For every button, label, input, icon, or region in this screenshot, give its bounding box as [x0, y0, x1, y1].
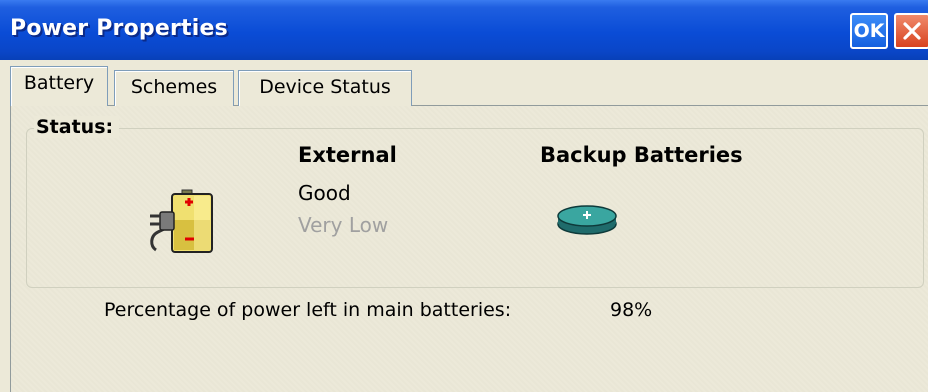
- close-icon: [903, 22, 921, 40]
- tab-battery[interactable]: Battery: [10, 66, 108, 106]
- window-title: Power Properties: [10, 16, 228, 41]
- external-condition: Good: [298, 181, 351, 205]
- external-power-column: External Good Very Low: [298, 143, 397, 237]
- status-legend: Status:: [34, 116, 120, 138]
- close-button[interactable]: [894, 13, 928, 49]
- backup-heading: Backup Batteries: [540, 143, 743, 167]
- ok-button-label: OK: [853, 20, 885, 42]
- title-bar: Power Properties OK: [0, 0, 928, 60]
- tab-device-status[interactable]: Device Status: [238, 70, 412, 106]
- tab-schemes[interactable]: Schemes: [114, 70, 234, 106]
- main-battery-percentage-label: Percentage of power left in main batteri…: [104, 299, 512, 321]
- external-level: Very Low: [298, 213, 389, 237]
- external-heading: External: [298, 143, 397, 167]
- main-battery-percentage-value: 98%: [610, 299, 653, 321]
- ok-button[interactable]: OK: [850, 13, 888, 49]
- plugged-battery-icon: [150, 189, 213, 253]
- coin-cell-battery-icon: [557, 205, 617, 235]
- backup-batteries-column: Backup Batteries: [540, 143, 743, 167]
